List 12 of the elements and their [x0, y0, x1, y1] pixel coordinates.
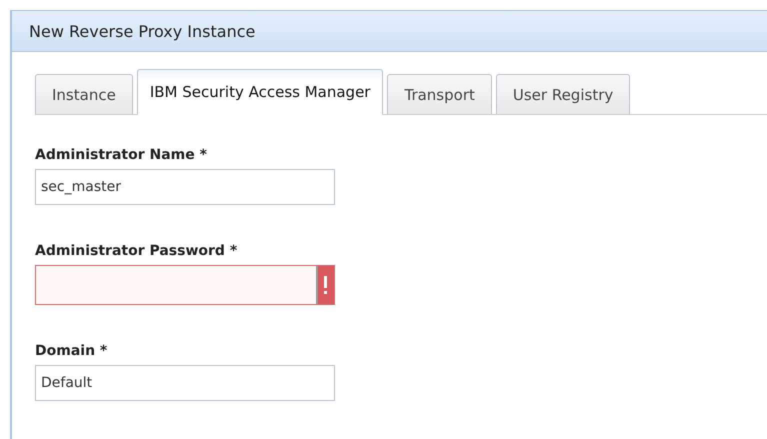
dialog-title: New Reverse Proxy Instance [12, 11, 767, 52]
field-label: Administrator Password * [35, 243, 238, 259]
input-field[interactable] [35, 265, 335, 305]
tab[interactable]: Transport [387, 74, 492, 114]
error-icon [316, 266, 334, 304]
input-field[interactable]: sec_master [35, 169, 335, 205]
input-field[interactable]: Default [35, 365, 335, 401]
field-label: Domain * [35, 343, 108, 359]
tab[interactable]: IBM Security Access Manager [136, 69, 384, 115]
field-label: Administrator Name * [35, 147, 208, 163]
tab[interactable]: Instance [35, 74, 133, 114]
tab[interactable]: User Registry [496, 74, 630, 114]
